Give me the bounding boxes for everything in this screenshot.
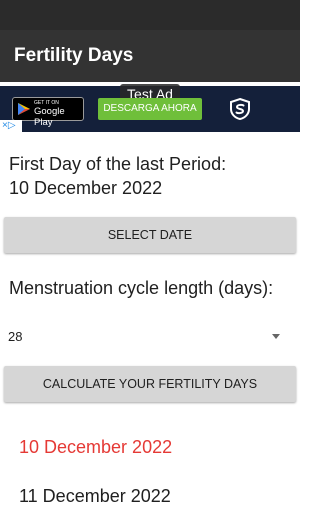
result-date-item: 11 December 2022 (19, 486, 171, 506)
result-date-item: 10 December 2022 (19, 437, 173, 457)
app-title: Fertility Days (14, 45, 134, 66)
status-bar (0, 0, 300, 30)
google-play-icon (18, 103, 30, 115)
google-play-badge[interactable]: GET IT ON Google Play (12, 97, 84, 128)
s-shield-logo-icon (230, 97, 250, 121)
calculate-fertility-days-button[interactable]: CALCULATE YOUR FERTILITY DAYS (4, 366, 296, 402)
first-day-label: First Day of the last Period: (9, 154, 227, 174)
cycle-length-label: Menstruation cycle length (days): (9, 278, 274, 298)
adchoices-icon[interactable]: ×▷ (0, 120, 22, 132)
first-day-value: 10 December 2022 (9, 178, 163, 198)
dropdown-arrow-icon (272, 334, 280, 339)
ad-download-button[interactable]: DESCARGA AHORA (98, 98, 202, 120)
select-date-button[interactable]: SELECT DATE (4, 217, 296, 253)
adchoices-close-icon: ×▷ (2, 120, 16, 131)
google-play-big-text: Google Play (34, 106, 65, 128)
cycle-length-spinner[interactable]: 28 (0, 322, 300, 352)
cycle-length-value: 28 (8, 329, 23, 344)
